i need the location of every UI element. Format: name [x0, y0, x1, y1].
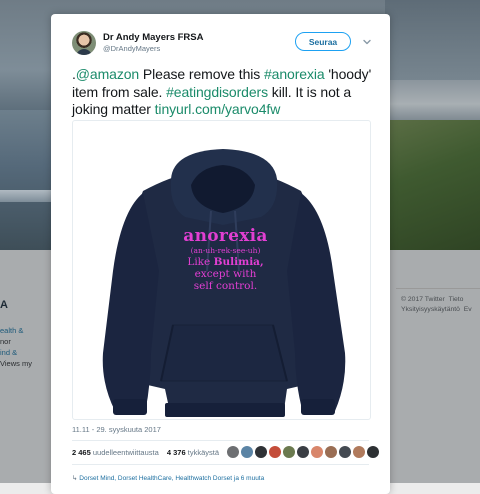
- like-count[interactable]: 4 376: [167, 448, 186, 457]
- liker-avatar[interactable]: [227, 446, 239, 458]
- replying-to-names[interactable]: Dorset Mind, Dorset HealthCare, Healthwa…: [79, 475, 264, 482]
- footer-link-privacy[interactable]: Yksityisyyskäytäntö: [401, 306, 460, 313]
- liker-avatar[interactable]: [353, 446, 365, 458]
- avatar[interactable]: [72, 31, 96, 55]
- liker-avatar[interactable]: [241, 446, 253, 458]
- liker-avatars[interactable]: [227, 446, 379, 458]
- banner-sky: [385, 0, 480, 80]
- bio-line: nor: [0, 337, 11, 346]
- liker-avatar[interactable]: [269, 446, 281, 458]
- url-link[interactable]: tinyurl.com/yarvo4fw: [155, 101, 281, 117]
- bio-line[interactable]: ealth &: [0, 326, 23, 335]
- banner-surf: [0, 190, 52, 202]
- author-display-name[interactable]: Dr Andy Mayers FRSA: [103, 32, 203, 43]
- print-line: except with: [194, 268, 257, 280]
- bio-heading: A: [0, 299, 8, 311]
- tweet-media-image[interactable]: anorexia (an-uh-rek-see-uh) Like Bulimia…: [72, 120, 371, 420]
- banner-sea: [0, 110, 52, 250]
- print-line: self control.: [193, 280, 258, 292]
- footer-card: © 2017 Twitter Tieto Yksityisyyskäytäntö…: [396, 288, 480, 325]
- print-line: Like Bulimia,: [163, 256, 288, 268]
- liker-avatar[interactable]: [297, 446, 309, 458]
- tweet-timestamp[interactable]: 11.11 - 29. syyskuuta 2017: [72, 425, 161, 434]
- liker-avatar[interactable]: [367, 446, 379, 458]
- mention-link[interactable]: @amazon: [76, 66, 139, 82]
- like-label[interactable]: tykkäystä: [188, 448, 219, 457]
- divider: [72, 464, 369, 465]
- print-text-bold: Bulimia,: [213, 256, 264, 268]
- hashtag-link[interactable]: #anorexia: [264, 66, 325, 82]
- tweet-text: .@amazon Please remove this #anorexia 'h…: [72, 66, 377, 119]
- footer-link[interactable]: Tieto: [449, 296, 464, 303]
- banner-cliff: [385, 120, 480, 250]
- banner-town: [385, 80, 480, 120]
- liker-avatar[interactable]: [325, 446, 337, 458]
- replying-to: ↳ Dorset Mind, Dorset HealthCare, Health…: [72, 474, 264, 482]
- tweet-modal: Dr Andy Mayers FRSA @DrAndyMayers Seuraa…: [51, 14, 390, 494]
- print-text: Like: [187, 256, 214, 268]
- retweet-label[interactable]: uudelleentwiittausta: [93, 448, 159, 457]
- profile-bio: A ealth & nor ind & Views my: [0, 300, 50, 369]
- print-pronunciation: (an-uh-rek-see-uh): [190, 246, 261, 255]
- author-handle[interactable]: @DrAndyMayers: [103, 44, 160, 53]
- footer-link[interactable]: Ev: [464, 306, 472, 313]
- footer-copyright: © 2017 Twitter: [401, 296, 445, 303]
- bio-line: Views my: [0, 359, 32, 368]
- liker-avatar[interactable]: [311, 446, 323, 458]
- liker-avatar[interactable]: [339, 446, 351, 458]
- chevron-down-icon[interactable]: [361, 36, 373, 48]
- bio-line[interactable]: ind &: [0, 348, 17, 357]
- tweet-stats: 2 465 uudelleentwiittausta 4 376 tykkäys…: [72, 448, 225, 457]
- liker-avatar[interactable]: [255, 446, 267, 458]
- print-word: anorexia: [183, 226, 268, 246]
- follow-button[interactable]: Seuraa: [295, 32, 351, 51]
- hashtag-link[interactable]: #eatingdisorders: [166, 84, 268, 100]
- retweet-count[interactable]: 2 465: [72, 448, 91, 457]
- liker-avatar[interactable]: [283, 446, 295, 458]
- tweet-text-part: Please remove this: [139, 66, 264, 82]
- hoodie-print-text: anorexia (an-uh-rek-see-uh) Like Bulimia…: [163, 226, 288, 293]
- divider: [72, 440, 369, 441]
